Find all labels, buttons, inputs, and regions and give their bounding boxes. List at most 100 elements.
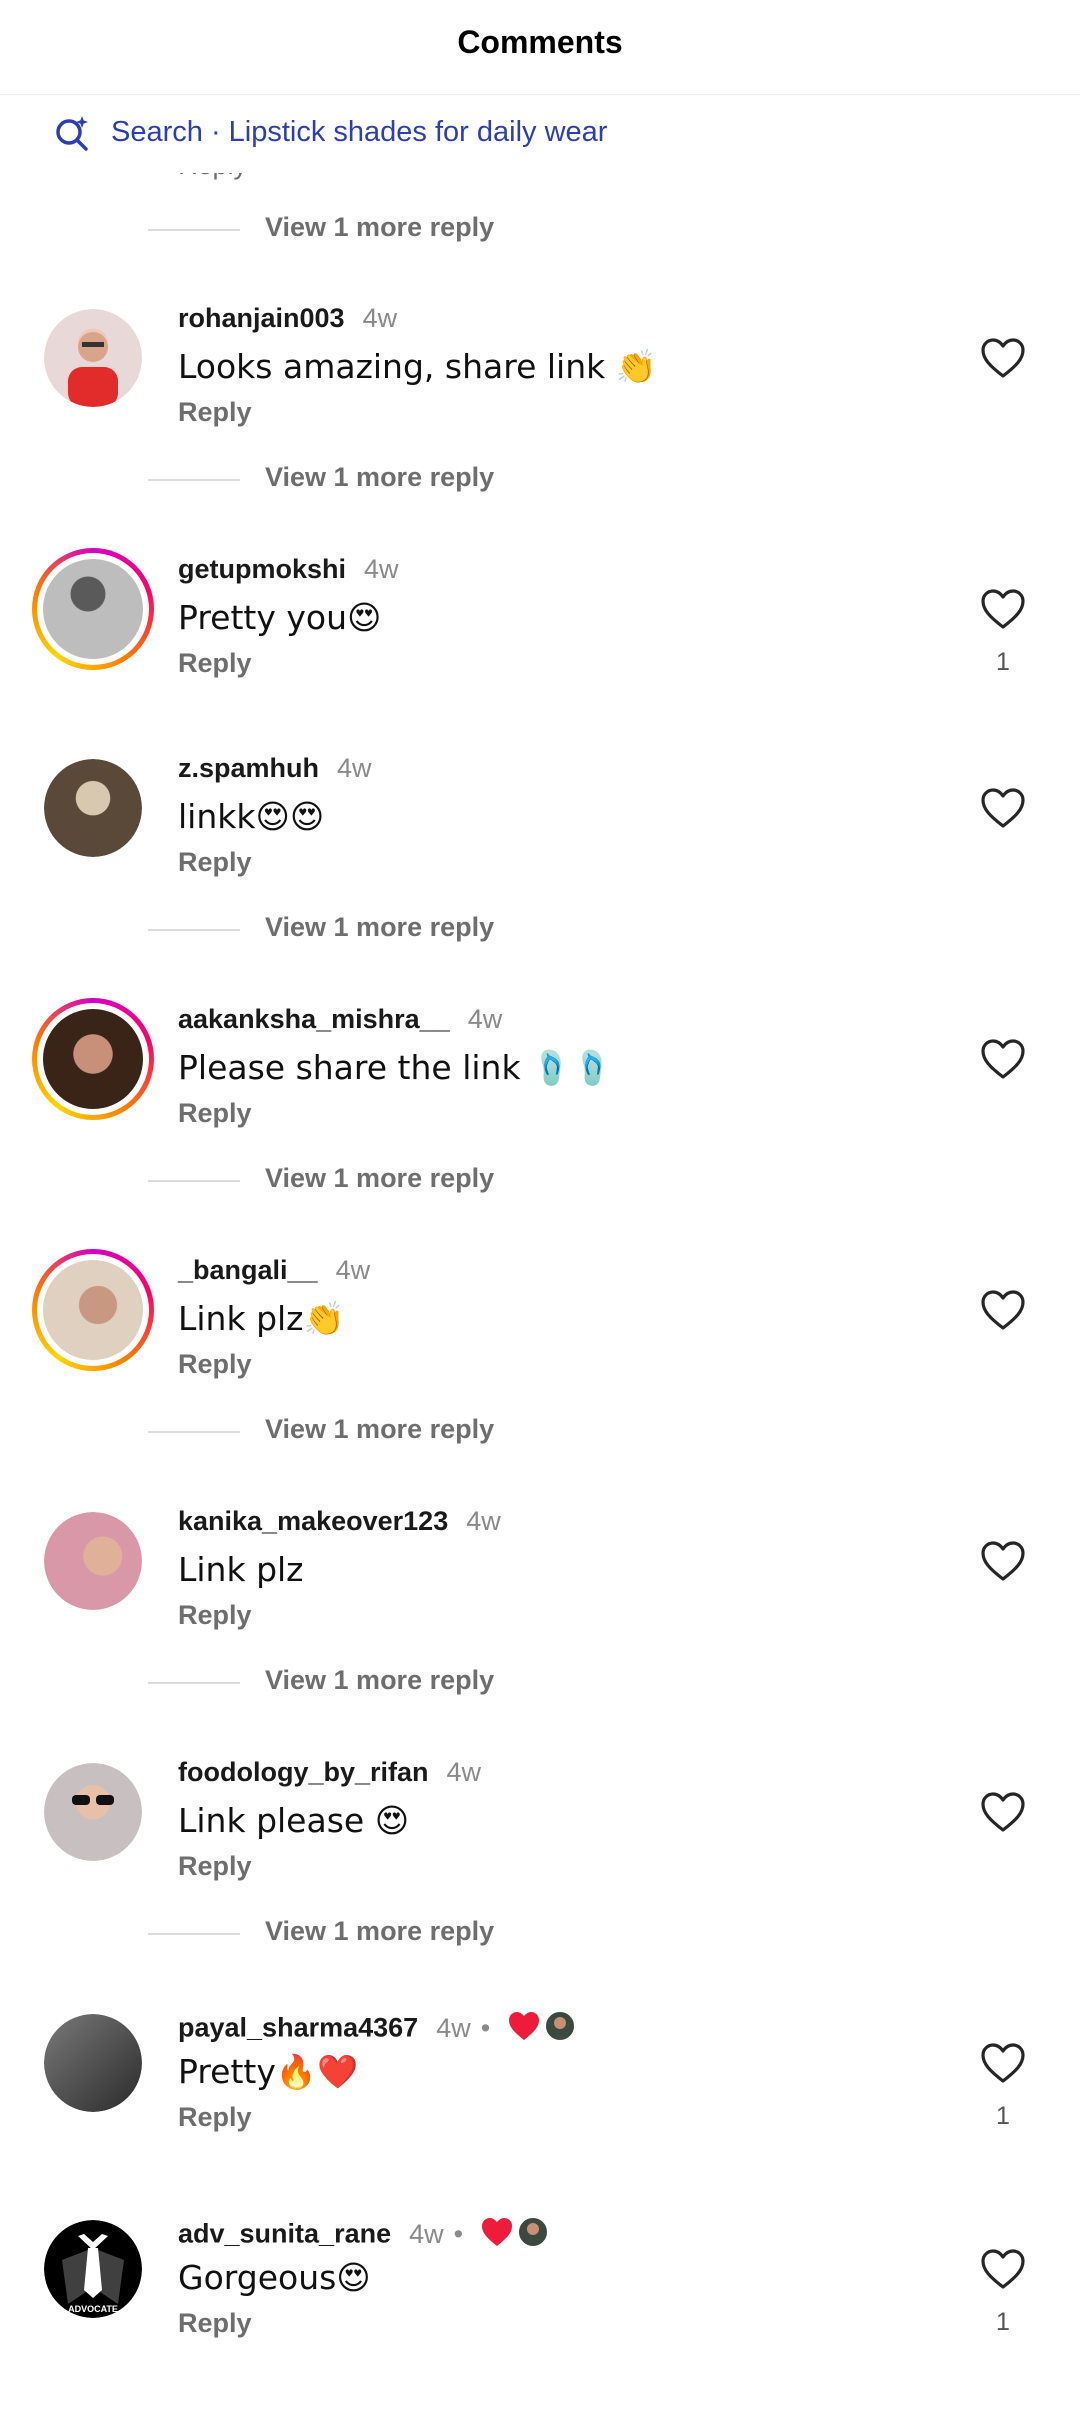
heart-outline-icon[interactable] bbox=[980, 588, 1026, 630]
comment-username[interactable]: getupmokshi 4w bbox=[178, 554, 399, 585]
like-count: 1 bbox=[996, 648, 1010, 676]
heart-outline-icon[interactable] bbox=[980, 787, 1026, 829]
comment-time: 4w bbox=[409, 2218, 444, 2249]
view-more-label: View 1 more reply bbox=[265, 1414, 495, 1444]
page-title: Comments bbox=[457, 24, 623, 60]
avatar-story-ring[interactable] bbox=[32, 548, 154, 670]
comment-text: Link plz bbox=[178, 1550, 304, 1589]
like-count: 1 bbox=[996, 2308, 1010, 2336]
view-more-replies[interactable]: View 1 more reply bbox=[148, 909, 748, 949]
comment-username[interactable]: rohanjain003 4w bbox=[178, 303, 397, 334]
comment-username[interactable]: payal_sharma4367 4w • bbox=[178, 2008, 577, 2051]
view-more-replies[interactable]: View 1 more reply bbox=[148, 209, 748, 249]
like-count: 1 bbox=[996, 2102, 1010, 2130]
comment-time: 4w bbox=[446, 1757, 482, 1787]
search-sparkle-icon bbox=[56, 116, 88, 151]
avatar[interactable] bbox=[44, 759, 142, 857]
view-more-label: View 1 more reply bbox=[265, 1916, 495, 1946]
reply-button[interactable]: Reply bbox=[178, 847, 252, 878]
comment-username[interactable]: adv_sunita_rane 4w • bbox=[178, 2214, 550, 2257]
avatar-image bbox=[44, 1763, 142, 1861]
avatar-story-ring[interactable] bbox=[32, 1249, 154, 1371]
reply-button[interactable]: Reply bbox=[178, 1098, 252, 1129]
comment-time: 4w bbox=[436, 2012, 471, 2043]
reply-button[interactable]: Reply bbox=[178, 2102, 252, 2133]
reply-button[interactable]: Reply bbox=[178, 648, 252, 679]
advocate-logo-icon: ADVOCATE bbox=[62, 2234, 124, 2314]
view-more-label: View 1 more reply bbox=[265, 1163, 495, 1193]
avatar-image bbox=[44, 309, 142, 407]
reply-button[interactable]: Reply bbox=[178, 2308, 252, 2339]
avatar[interactable] bbox=[44, 309, 142, 407]
comment-text: Gorgeous😍 bbox=[178, 2258, 371, 2297]
comment-text: Please share the link 🩴🩴 bbox=[178, 1048, 614, 1087]
heart-outline-icon[interactable] bbox=[980, 337, 1026, 379]
comment-text: Pretty you😍 bbox=[178, 598, 382, 637]
comment-time: 4w bbox=[337, 753, 372, 783]
comment-text: Link plz👏 bbox=[178, 1299, 345, 1338]
comment-item: ADVOCATE adv_sunita_rane 4w • Gorgeous😍 Re… bbox=[0, 2210, 1080, 2410]
comment-username[interactable]: kanika_makeover123 4w bbox=[178, 1506, 501, 1537]
reply-button[interactable]: Reply bbox=[178, 397, 252, 428]
creator-heart-icon bbox=[482, 2216, 550, 2248]
comment-time: 4w bbox=[466, 1506, 501, 1536]
heart-outline-icon[interactable] bbox=[980, 1791, 1026, 1833]
comment-username[interactable]: aakanksha_mishra__ 4w bbox=[178, 1004, 502, 1035]
separator-dot: • bbox=[480, 2012, 491, 2043]
sunglasses-icon bbox=[72, 1795, 114, 1805]
view-more-label: View 1 more reply bbox=[265, 212, 495, 242]
comment-item: getupmokshi 4w Pretty you😍 Reply 1 bbox=[0, 548, 1080, 750]
view-more-replies[interactable]: View 1 more reply bbox=[148, 1913, 748, 1953]
view-more-replies[interactable]: View 1 more reply bbox=[148, 1662, 748, 1702]
view-more-replies[interactable]: View 1 more reply bbox=[148, 1411, 748, 1451]
search-suggestion[interactable]: Search · Lipstick shades for daily wear bbox=[0, 95, 1080, 173]
divider-line bbox=[148, 229, 240, 231]
divider-line bbox=[148, 929, 240, 931]
reply-button[interactable]: Reply bbox=[178, 1349, 252, 1380]
comment-item: payal_sharma4367 4w • Pretty🔥❤️ Reply 1 bbox=[0, 2004, 1080, 2204]
comment-text: Pretty🔥❤️ bbox=[178, 2052, 359, 2091]
avatar-story-ring[interactable] bbox=[32, 998, 154, 1120]
avatar-image bbox=[44, 1512, 142, 1610]
avatar-image bbox=[43, 1260, 143, 1360]
divider-line bbox=[148, 1682, 240, 1684]
view-more-replies[interactable]: View 1 more reply bbox=[148, 459, 748, 499]
reply-button[interactable]: Reply bbox=[178, 1851, 252, 1882]
avatar-image: ADVOCATE bbox=[44, 2220, 142, 2318]
avatar-figure-icon bbox=[68, 332, 118, 407]
heart-outline-icon[interactable] bbox=[980, 1540, 1026, 1582]
avatar-image bbox=[43, 1009, 143, 1109]
divider-line bbox=[148, 479, 240, 481]
avatar[interactable]: ADVOCATE bbox=[44, 2220, 142, 2318]
view-more-label: View 1 more reply bbox=[265, 912, 495, 942]
creator-liked-badge bbox=[479, 2214, 550, 2257]
reply-button[interactable]: Reply bbox=[178, 1600, 252, 1631]
divider-line bbox=[148, 1431, 240, 1433]
view-more-label: View 1 more reply bbox=[265, 1665, 495, 1695]
svg-text:ADVOCATE: ADVOCATE bbox=[68, 2304, 118, 2314]
creator-heart-icon bbox=[509, 2010, 577, 2042]
avatar[interactable] bbox=[44, 2014, 142, 2112]
heart-outline-icon[interactable] bbox=[980, 2248, 1026, 2290]
avatar[interactable] bbox=[44, 1512, 142, 1610]
heart-outline-icon[interactable] bbox=[980, 1038, 1026, 1080]
avatar-image bbox=[44, 759, 142, 857]
comment-time: 4w bbox=[364, 554, 399, 584]
comment-text: Looks amazing, share link 👏 bbox=[178, 347, 657, 386]
heart-outline-icon[interactable] bbox=[980, 2042, 1026, 2084]
divider-line bbox=[148, 1180, 240, 1182]
comment-time: 4w bbox=[335, 1255, 371, 1285]
comment-time: 4w bbox=[467, 1004, 503, 1034]
comment-username[interactable]: _bangali__ 4w bbox=[178, 1255, 370, 1286]
comment-username[interactable]: z.spamhuh 4w bbox=[178, 753, 372, 784]
avatar[interactable] bbox=[44, 1763, 142, 1861]
comment-username[interactable]: foodology_by_rifan 4w bbox=[178, 1757, 481, 1788]
view-more-label: View 1 more reply bbox=[265, 462, 495, 492]
avatar-image bbox=[44, 2014, 142, 2112]
heart-outline-icon[interactable] bbox=[980, 1289, 1026, 1331]
search-suggestion-text: Search · Lipstick shades for daily wear bbox=[111, 116, 608, 148]
comments-header: Comments bbox=[0, 0, 1080, 95]
separator-dot: • bbox=[453, 2218, 464, 2249]
view-more-replies[interactable]: View 1 more reply bbox=[148, 1160, 748, 1200]
divider-line bbox=[148, 1933, 240, 1935]
